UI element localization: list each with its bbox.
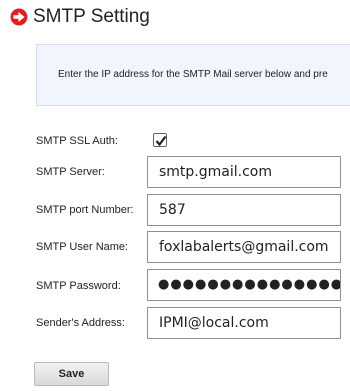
page-title: SMTP Setting	[33, 6, 150, 27]
save-button[interactable]: Save	[34, 362, 109, 386]
smtp-port-label: SMTP port Number:	[36, 204, 134, 216]
ssl-auth-label: SMTP SSL Auth:	[36, 135, 118, 147]
arrow-circle-right-icon	[10, 8, 28, 26]
page-header: SMTP Setting	[10, 6, 150, 28]
sender-address-input[interactable]: IPMI@local.com	[147, 307, 341, 339]
sender-address-label: Sender's Address:	[36, 317, 125, 329]
smtp-server-label: SMTP Server:	[36, 166, 105, 178]
smtp-port-input[interactable]: 587	[147, 194, 341, 226]
smtp-username-input[interactable]: foxlabalerts@gmail.com	[147, 231, 341, 263]
info-text: Enter the IP address for the SMTP Mail s…	[58, 69, 328, 80]
smtp-password-label: SMTP Password:	[36, 280, 121, 292]
check-icon	[155, 135, 167, 147]
smtp-password-input[interactable]: ●●●●●●●●●●●●●●●●●●	[147, 269, 341, 301]
smtp-server-input[interactable]: smtp.gmail.com	[147, 156, 341, 188]
ssl-auth-checkbox[interactable]	[153, 133, 167, 147]
info-box: Enter the IP address for the SMTP Mail s…	[36, 44, 350, 106]
smtp-username-label: SMTP User Name:	[36, 241, 129, 253]
